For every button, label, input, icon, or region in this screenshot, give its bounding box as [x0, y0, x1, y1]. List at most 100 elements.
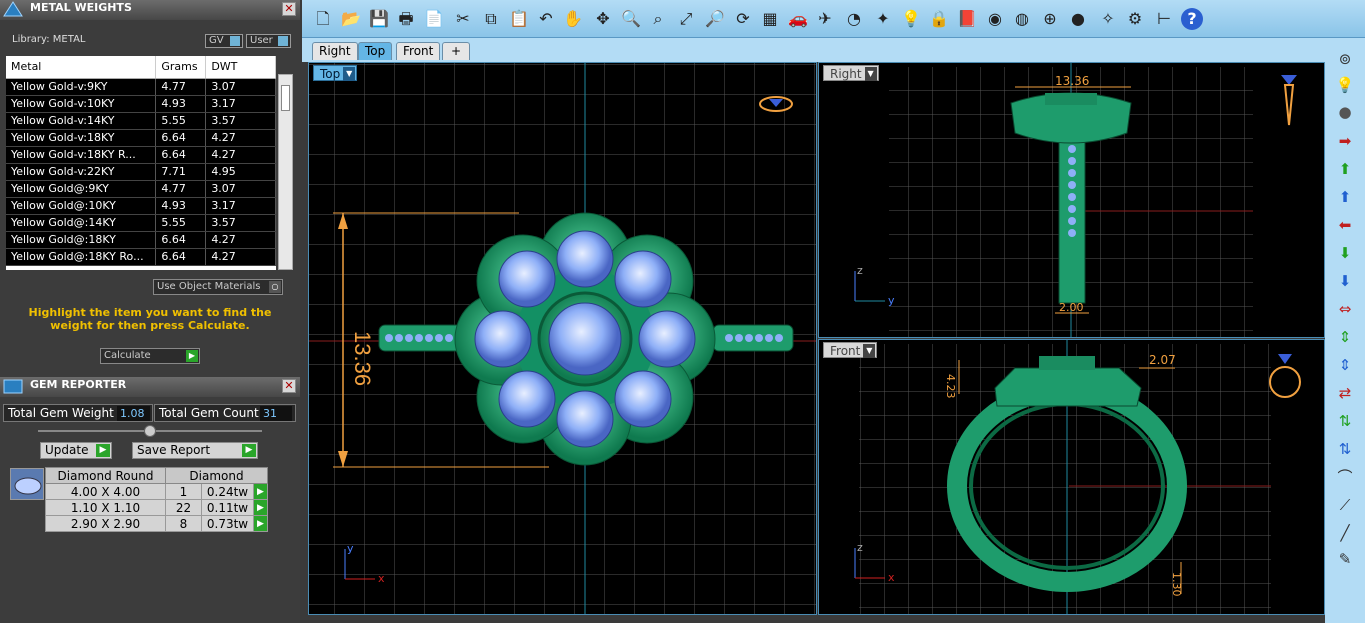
- dwt-cell: 3.17: [205, 95, 276, 113]
- viewport-front[interactable]: 4.23 2.07 1.30 z x Front ▼: [818, 339, 1325, 615]
- table-row[interactable]: Yellow Gold-v:10KY 4.93 3.17: [6, 95, 276, 113]
- table-row[interactable]: Yellow Gold-v:9KY 4.77 3.07: [6, 78, 276, 96]
- lightbulb-icon[interactable]: 💡: [900, 8, 922, 30]
- table-row[interactable]: Yellow Gold@:9KY 4.77 3.07: [6, 180, 276, 198]
- eraser-icon[interactable]: ✎: [1334, 548, 1356, 570]
- copy-icon[interactable]: ⧉: [480, 8, 502, 30]
- table-row[interactable]: Yellow Gold@:18KY 6.64 4.27: [6, 231, 276, 249]
- rotate-view-icon[interactable]: ⟳: [732, 8, 754, 30]
- column-header-metal[interactable]: Metal: [6, 56, 157, 79]
- orbit-icon[interactable]: ⊚: [1334, 48, 1356, 70]
- lightbulb-icon[interactable]: 💡: [1334, 74, 1356, 96]
- save-report-button[interactable]: Save Report ▶: [132, 442, 258, 459]
- scale-depth-icon[interactable]: ⇕: [1334, 354, 1356, 376]
- undo-icon[interactable]: ↶: [535, 8, 557, 30]
- paste-icon[interactable]: 📋: [508, 8, 530, 30]
- bend-icon[interactable]: ⌒: [1334, 466, 1356, 488]
- viewport-right[interactable]: 13.36 2.00 z y Right ▼: [818, 62, 1325, 338]
- metal-cell: Yellow Gold-v:9KY: [6, 78, 157, 96]
- table-row[interactable]: Yellow Gold@:18KY Ro... 6.64 4.27: [6, 248, 276, 266]
- select-gem-button[interactable]: ▶: [253, 499, 268, 516]
- column-header-dwt[interactable]: DWT: [205, 56, 276, 79]
- table-row[interactable]: 1.10 X 1.10 22 0.11tw ▶: [45, 499, 268, 516]
- add-tab-button[interactable]: +: [442, 42, 471, 60]
- scale-vertical-icon[interactable]: ⇕: [1334, 326, 1356, 348]
- viewport-top-label[interactable]: Top ▼: [313, 65, 358, 81]
- plane-icon[interactable]: ✈: [814, 8, 836, 30]
- zoom-selected-icon[interactable]: 🔎: [704, 8, 726, 30]
- table-row[interactable]: Yellow Gold@:10KY 4.93 3.17: [6, 197, 276, 215]
- shrink-horizontal-icon[interactable]: ⇄: [1334, 382, 1356, 404]
- dimension-icon[interactable]: ◔: [843, 8, 865, 30]
- snap-icon[interactable]: ✦: [872, 8, 894, 30]
- table-row[interactable]: Yellow Gold-v:22KY 7.71 4.95: [6, 163, 276, 181]
- zoom-extents-icon[interactable]: ⤢: [675, 8, 697, 30]
- gem-table: Diamond Round Diamond 4.00 X 4.00 1 0.24tw…: [45, 467, 268, 532]
- select-gem-button[interactable]: ▶: [253, 483, 268, 500]
- book-icon[interactable]: 📕: [956, 8, 978, 30]
- sphere-render-icon[interactable]: ●: [1067, 8, 1089, 30]
- right-view-canvas: 13.36 2.00 z y: [854, 63, 1297, 337]
- table-row[interactable]: Yellow Gold-v:18KY 6.64 4.27: [6, 129, 276, 147]
- top-view-canvas: 13.36 y x: [309, 63, 816, 614]
- viewport-top[interactable]: 13.36 y x Top ▼: [308, 62, 817, 615]
- open-folder-icon[interactable]: 📂: [340, 8, 362, 30]
- weight-cell: 0.24tw: [201, 483, 254, 500]
- metal-table-scrollbar[interactable]: [278, 74, 293, 270]
- save-icon[interactable]: 💾: [368, 8, 390, 30]
- move-up-icon[interactable]: ⬆: [1334, 158, 1356, 180]
- line-icon[interactable]: ╱: [1334, 522, 1356, 544]
- move-down-icon[interactable]: ⬇: [1334, 242, 1356, 264]
- viewport-right-label[interactable]: Right ▼: [823, 65, 879, 81]
- four-views-icon[interactable]: ▦: [759, 8, 781, 30]
- metal-cell: Yellow Gold-v:18KY R...: [6, 146, 157, 164]
- use-object-materials-toggle[interactable]: Use Object Materials ○: [153, 279, 283, 295]
- pan-hand-icon[interactable]: ✋: [562, 8, 584, 30]
- magic-wand-icon[interactable]: ✧: [1097, 8, 1119, 30]
- table-row[interactable]: 4.00 X 4.00 1 0.24tw ▶: [45, 483, 268, 500]
- table-row[interactable]: Yellow Gold@:14KY 5.55 3.57: [6, 214, 276, 232]
- user-toggle[interactable]: User: [246, 34, 291, 48]
- gem-reporter-titlebar: GEM REPORTER ✕: [0, 377, 300, 397]
- tab-front[interactable]: Front: [396, 42, 441, 60]
- scale-horizontal-icon[interactable]: ⇔: [1334, 298, 1356, 320]
- table-row[interactable]: Yellow Gold-v:18KY R... 6.64 4.27: [6, 146, 276, 164]
- table-row[interactable]: 2.90 X 2.90 8 0.73tw ▶: [45, 515, 268, 532]
- move-up-blue-icon[interactable]: ⬆: [1334, 186, 1356, 208]
- move-right-icon[interactable]: ➡: [1334, 130, 1356, 152]
- tab-right[interactable]: Right: [312, 42, 358, 60]
- select-gem-button[interactable]: ▶: [253, 515, 268, 532]
- move-left-icon[interactable]: ⬅: [1334, 214, 1356, 236]
- move-icon[interactable]: ✥: [592, 8, 614, 30]
- close-icon[interactable]: ✕: [282, 379, 296, 393]
- hierarchy-icon[interactable]: ⊢: [1153, 8, 1175, 30]
- export-icon[interactable]: 📄: [423, 8, 445, 30]
- sphere-shaded-icon[interactable]: ◍: [1011, 8, 1033, 30]
- zoom-window-icon[interactable]: ⌕: [647, 8, 669, 30]
- color-wheel-icon[interactable]: ◉: [984, 8, 1006, 30]
- shrink-depth-icon[interactable]: ⇅: [1334, 438, 1356, 460]
- shrink-vertical-icon[interactable]: ⇅: [1334, 410, 1356, 432]
- line-node-icon[interactable]: ⟋: [1334, 494, 1356, 516]
- update-button[interactable]: Update ▶: [40, 442, 112, 459]
- viewport-front-label[interactable]: Front ▼: [823, 342, 878, 358]
- zoom-in-icon[interactable]: 🔍: [620, 8, 642, 30]
- settings-gear-icon[interactable]: ⚙: [1124, 8, 1146, 30]
- car-icon[interactable]: 🚗: [787, 8, 809, 30]
- total-gem-weight: Total Gem Weight 1.08: [3, 404, 153, 422]
- splitter-handle[interactable]: [144, 425, 156, 437]
- sphere-wire-icon[interactable]: ⊕: [1039, 8, 1061, 30]
- column-header-grams[interactable]: Grams: [155, 56, 207, 79]
- tab-top[interactable]: Top: [358, 42, 393, 60]
- calculate-button[interactable]: Calculate ▶: [100, 348, 200, 364]
- move-down-blue-icon[interactable]: ⬇: [1334, 270, 1356, 292]
- new-file-icon[interactable]: 🗋: [312, 8, 334, 30]
- gv-toggle[interactable]: GV: [205, 34, 243, 48]
- table-row[interactable]: Yellow Gold-v:14KY 5.55 3.57: [6, 112, 276, 130]
- cut-icon[interactable]: ✂: [452, 8, 474, 30]
- help-icon[interactable]: ?: [1181, 8, 1203, 30]
- print-icon[interactable]: 🖶: [395, 8, 417, 30]
- sphere-icon[interactable]: ●: [1334, 101, 1356, 123]
- lock-icon[interactable]: 🔒: [928, 8, 950, 30]
- close-icon[interactable]: ✕: [282, 2, 296, 16]
